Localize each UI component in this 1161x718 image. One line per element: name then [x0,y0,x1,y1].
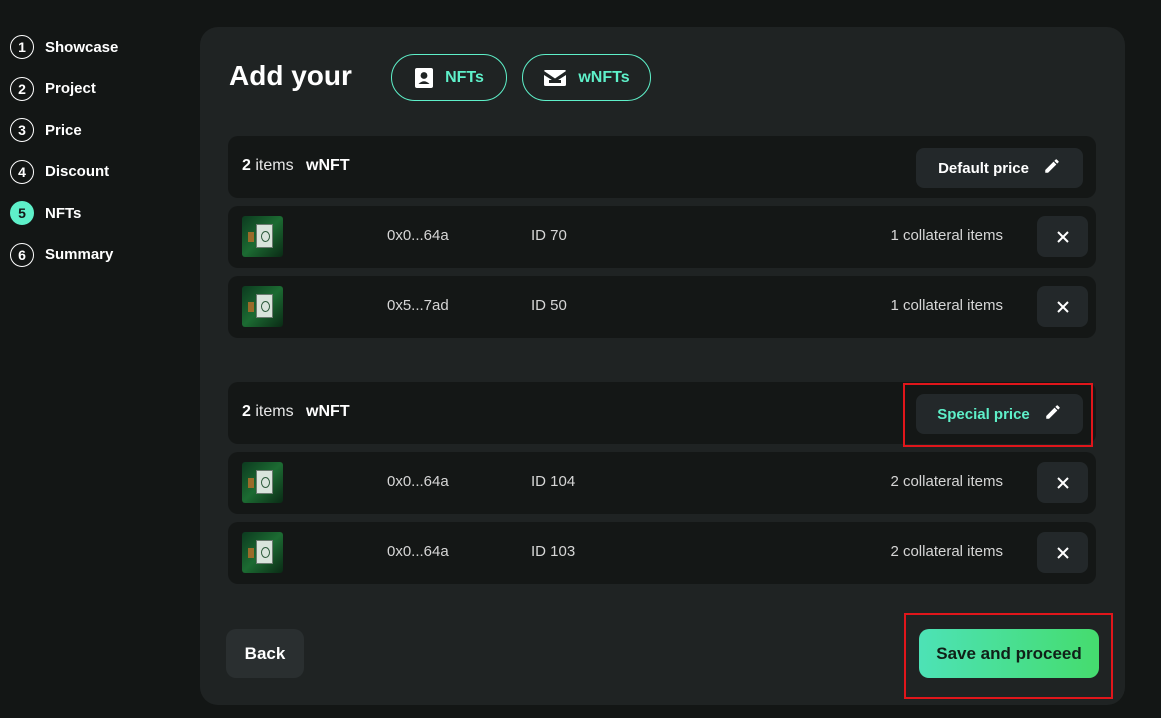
default-price-button[interactable]: Default price [916,148,1083,188]
step-number: 5 [10,201,34,225]
remove-nft-button[interactable] [1037,462,1088,503]
close-icon [1056,476,1069,489]
remove-nft-button[interactable] [1037,286,1088,327]
id-card-icon [414,67,434,89]
step-number: 4 [10,159,34,184]
step-number: 2 [10,76,34,101]
nft-id: ID 50 [531,297,567,314]
step-project[interactable]: 2 Project [10,76,118,102]
step-summary[interactable]: 6 Summary [10,242,118,268]
step-navigation: 1 Showcase 2 Project 3 Price 4 Discount … [10,34,118,283]
item-type: wNFT [306,157,350,174]
collateral-count: 2 collateral items [890,543,1003,560]
nft-thumbnail [242,216,283,257]
collateral-count: 1 collateral items [890,297,1003,314]
remove-nft-button[interactable] [1037,216,1088,257]
group-summary: 2 items wNFT [242,157,350,175]
group-header-special: 2 items wNFT Special price [228,382,1096,444]
step-number: 3 [10,118,34,142]
nft-row: 0x0...64a ID 70 1 collateral items [228,206,1096,268]
nft-thumbnail [242,462,283,503]
nft-row: 0x0...64a ID 104 2 collateral items [228,452,1096,514]
step-label: NFTs [45,204,82,222]
nft-address: 0x5...7ad [387,297,449,314]
step-number: 1 [10,35,34,59]
nft-row: 0x0...64a ID 103 2 collateral items [228,522,1096,584]
save-and-proceed-button[interactable]: Save and proceed [919,629,1099,678]
nft-address: 0x0...64a [387,543,449,560]
nft-thumbnail [242,286,283,327]
step-number: 6 [10,242,34,267]
collateral-count: 1 collateral items [890,227,1003,244]
price-button-label: Default price [938,159,1029,177]
group-summary: 2 items wNFT [242,403,350,421]
nft-thumbnail [242,532,283,573]
nft-row: 0x5...7ad ID 50 1 collateral items [228,276,1096,338]
add-nfts-button[interactable]: NFTs [391,54,507,101]
back-button[interactable]: Back [226,629,304,678]
page-title: Add your [229,60,352,91]
item-count: 2 [242,403,251,420]
item-count: 2 [242,157,251,174]
step-label: Summary [45,246,114,263]
step-label: Price [45,121,82,139]
step-discount[interactable]: 4 Discount [10,159,118,185]
items-word: items [255,157,294,174]
nft-address: 0x0...64a [387,473,449,490]
nft-address: 0x0...64a [387,227,449,244]
pencil-icon [1043,157,1061,179]
step-showcase[interactable]: 1 Showcase [10,34,118,60]
price-button-label: Special price [937,405,1030,423]
pencil-icon [1044,403,1062,425]
special-price-button[interactable]: Special price [916,394,1083,434]
nft-id: ID 70 [531,227,567,244]
item-type: wNFT [306,403,350,420]
nft-id: ID 104 [531,473,576,490]
nft-id: ID 103 [531,543,576,560]
close-icon [1056,230,1069,243]
collateral-count: 2 collateral items [890,473,1003,490]
step-nfts[interactable]: 5 NFTs [10,200,118,226]
close-icon [1056,546,1069,559]
group-header-default: 2 items wNFT Default price [228,136,1096,198]
step-label: Project [45,80,96,97]
close-icon [1056,300,1069,313]
nft-selection-panel: Add your NFTs wNFTs 2 items wNFT Default… [200,27,1125,705]
wnfts-label: wNFTs [578,68,630,86]
step-label: Discount [45,163,110,180]
remove-nft-button[interactable] [1037,532,1088,573]
step-label: Showcase [45,38,119,56]
nfts-label: NFTs [445,68,484,86]
envelope-icon [543,69,567,87]
items-word: items [255,403,294,420]
step-price[interactable]: 3 Price [10,117,118,143]
add-wnfts-button[interactable]: wNFTs [522,54,651,101]
